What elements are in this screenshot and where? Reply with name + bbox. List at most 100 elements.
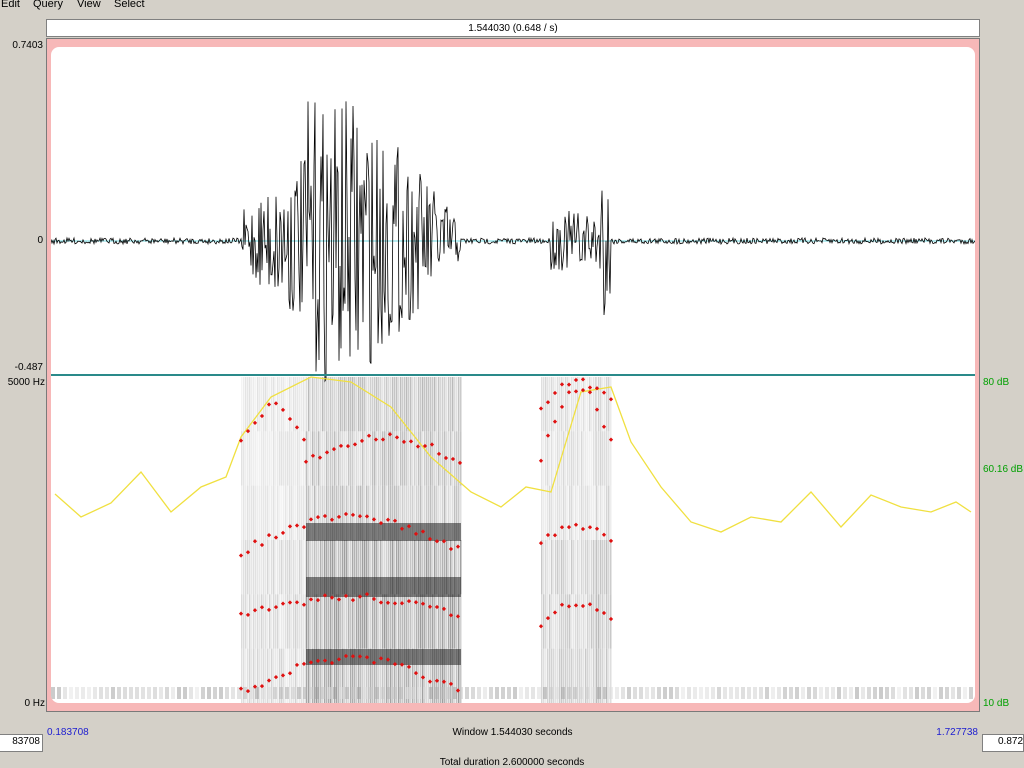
spectrogram-stripe: [243, 431, 245, 486]
spectrogram-stripe: [299, 594, 301, 649]
spectrogram-noise: [861, 687, 865, 699]
spectrogram-stripe: [553, 485, 555, 540]
spectrogram-stripe: [608, 540, 610, 595]
sound-panel[interactable]: [46, 38, 980, 712]
spectrogram-stripe: [340, 594, 342, 649]
freq-top-label: 5000 Hz: [7, 377, 45, 388]
spectrogram-stripe: [289, 377, 291, 432]
spectrogram-noise: [477, 687, 481, 699]
spectrogram-stripe: [267, 540, 269, 595]
spectrogram-stripe: [328, 594, 330, 649]
spectrogram-stripe: [428, 431, 430, 486]
spectrogram-noise: [159, 687, 163, 699]
spectrogram-stripe: [438, 431, 440, 486]
spectrogram-stripe: [293, 594, 295, 649]
spectrogram-stripe: [458, 377, 460, 432]
spectrogram-stripe: [456, 431, 458, 486]
spectrogram-stripe: [249, 540, 251, 595]
spectrogram-stripe: [267, 431, 269, 486]
right-outer-time-box[interactable]: 0.872: [982, 734, 1024, 752]
spectrogram-noise: [651, 687, 655, 699]
menu-bar: Edit Query View Select: [0, 0, 1024, 14]
spectrogram-stripe: [241, 485, 243, 540]
spectrogram-stripe: [577, 540, 579, 595]
spectrogram-noise: [435, 687, 439, 699]
spectrogram-stripe: [557, 485, 559, 540]
spectrogram-stripe: [293, 485, 295, 540]
spectrogram-stripe: [545, 377, 547, 432]
spectrogram-stripe: [350, 377, 352, 432]
spectrogram-stripe: [364, 377, 366, 432]
spectrogram-stripe: [392, 431, 394, 486]
spectrogram-stripe: [551, 377, 553, 432]
spectrogram-noise: [309, 687, 313, 699]
spectrogram-stripe: [295, 485, 297, 540]
spectrogram-stripe: [297, 540, 299, 595]
spectrogram-noise: [225, 687, 229, 699]
spectrogram-stripe: [398, 594, 400, 649]
left-outer-time-box[interactable]: 83708: [0, 734, 43, 752]
spectrogram-stripe: [279, 594, 281, 649]
spectrogram-stripe: [412, 377, 414, 432]
spectrogram-noise: [795, 687, 799, 699]
spectrogram-stripe: [241, 377, 243, 432]
spectrogram-stripe: [243, 540, 245, 595]
menu-query[interactable]: Query: [33, 0, 63, 10]
menu-edit[interactable]: Edit: [1, 0, 20, 10]
spectrogram-noise: [939, 687, 943, 699]
spectrogram-noise: [957, 687, 961, 699]
spectrogram-stripe: [440, 431, 442, 486]
spectrogram-stripe: [301, 540, 303, 595]
spectrogram-stripe: [541, 540, 543, 595]
spectrogram-noise: [645, 687, 649, 699]
spectrogram-noise: [693, 687, 697, 699]
spectrogram-noise: [819, 687, 823, 699]
spectrogram-stripe: [269, 485, 271, 540]
spectrogram-stripe: [249, 485, 251, 540]
spectrogram-stripe: [247, 648, 249, 703]
spectrogram-stripe: [241, 540, 243, 595]
sound-graphics[interactable]: [51, 47, 975, 703]
spectrogram-noise: [201, 687, 205, 699]
spectrogram-noise: [165, 687, 169, 699]
spectrogram-noise: [219, 687, 223, 699]
selection-duration-bar[interactable]: 1.544030 (0.648 / s): [46, 19, 980, 37]
spectrogram-stripe: [303, 540, 305, 595]
menu-view[interactable]: View: [77, 0, 101, 10]
spectrogram-stripe: [551, 540, 553, 595]
spectrogram-stripe: [388, 377, 390, 432]
spectrogram-stripe: [390, 431, 392, 486]
sound-view[interactable]: [51, 47, 975, 703]
spectrogram-stripe: [412, 431, 414, 486]
spectrogram-stripe: [440, 594, 442, 649]
spectrogram-stripe: [312, 594, 314, 649]
spectrogram-stripe: [318, 377, 320, 432]
spectrogram-stripe: [602, 431, 604, 486]
spectrogram-stripe: [583, 377, 585, 432]
spectrogram-noise: [495, 687, 499, 699]
formant-point: [608, 538, 614, 543]
spectrogram-stripe: [583, 431, 585, 486]
spectrogram-stripe: [567, 540, 569, 595]
spectrogram-stripe: [267, 485, 269, 540]
spectrogram-stripe: [358, 594, 360, 649]
spectrogram-noise: [879, 687, 883, 699]
spectrogram-stripe: [596, 594, 598, 649]
spectrogram-noise: [831, 687, 835, 699]
spectrogram-stripe: [406, 431, 408, 486]
spectrogram-noise: [855, 687, 859, 699]
spectrogram-noise: [873, 687, 877, 699]
spectrogram-stripe: [285, 540, 287, 595]
spectrogram-noise: [735, 687, 739, 699]
spectrogram-noise: [585, 687, 589, 699]
spectrogram-stripe: [410, 377, 412, 432]
spectrogram-stripe: [336, 377, 338, 432]
spectrogram-formant-band: [306, 523, 461, 541]
spectrogram-stripe: [555, 594, 557, 649]
spectrogram-stripe: [398, 377, 400, 432]
spectrogram-stripe: [279, 540, 281, 595]
spectrogram-stripe: [306, 377, 308, 432]
menu-select[interactable]: Select: [114, 0, 145, 10]
spectrogram-stripe: [285, 485, 287, 540]
spectrogram-noise: [675, 687, 679, 699]
